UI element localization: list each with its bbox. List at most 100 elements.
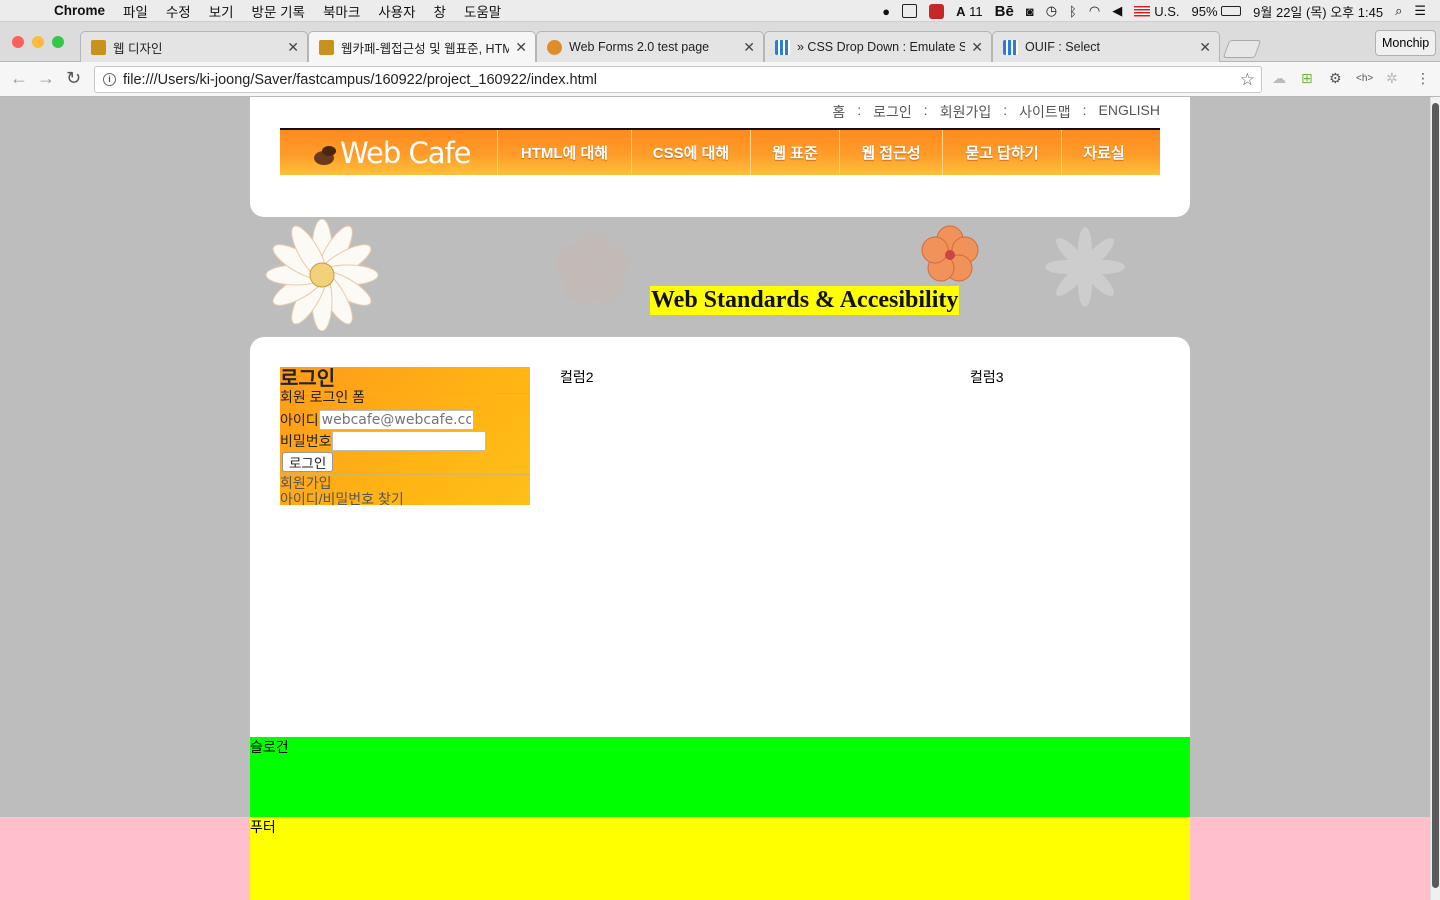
util-link-sitemap[interactable]: 사이트맵 — [1019, 102, 1071, 122]
nav-item-archive[interactable]: 자료실 — [1062, 130, 1146, 175]
tab-title: » CSS Drop Down : Emulate S — [797, 40, 966, 54]
forward-arrow-icon[interactable]: → — [37, 68, 55, 89]
time-machine-icon[interactable]: ◷ — [1046, 0, 1057, 22]
nav-item-web-standards[interactable]: 웹 표준 — [751, 130, 840, 175]
menu-app-name[interactable]: Chrome — [54, 3, 105, 18]
util-link-join[interactable]: 회원가입 — [940, 102, 992, 122]
util-link-login[interactable]: 로그인 — [873, 102, 912, 122]
address-url: file:///Users/ki-joong/Saver/fastcampus/… — [123, 71, 597, 88]
html-extension-icon[interactable]: <h> — [1356, 73, 1373, 84]
close-tab-icon[interactable]: ✕ — [1199, 39, 1211, 56]
close-tab-icon[interactable]: ✕ — [971, 39, 983, 56]
clipboard-icon[interactable] — [902, 4, 918, 18]
menu-people[interactable]: 사용자 — [378, 1, 415, 21]
menu-history[interactable]: 방문 기록 — [252, 1, 305, 21]
nav-item-accessibility[interactable]: 웹 접근성 — [840, 130, 943, 175]
id-row: 아이디 — [280, 409, 530, 430]
util-separator: : — [1003, 102, 1008, 118]
menu-file[interactable]: 파일 — [123, 1, 148, 21]
input-source-label: U.S. — [1154, 3, 1180, 19]
burger-favicon-icon — [547, 39, 562, 55]
page-scrollbar[interactable] — [1430, 97, 1440, 900]
password-input[interactable] — [331, 430, 486, 451]
grid-favicon-icon — [1003, 39, 1018, 55]
find-account-link[interactable]: 아이디/비밀번호 찾기 — [280, 491, 530, 507]
nav-item-html[interactable]: HTML에 대해 — [498, 130, 632, 175]
menu-bookmarks[interactable]: 북마크 — [323, 1, 360, 21]
app-status-icon[interactable] — [929, 3, 945, 19]
menu-window[interactable]: 창 — [434, 1, 446, 21]
back-arrow-icon[interactable]: ← — [10, 68, 28, 89]
coffee-bean-icon — [314, 145, 336, 165]
close-window-button[interactable] — [12, 36, 24, 48]
grid-favicon-icon — [775, 39, 790, 55]
menu-help[interactable]: 도움말 — [464, 1, 501, 21]
chrome-menu-icon[interactable]: ⋮ — [1416, 70, 1430, 87]
close-tab-icon[interactable]: ✕ — [515, 39, 527, 56]
browser-tab-strip: 웹 디자인 ✕ 웹카페-웹접근성 및 웹표준, HTML5 ✕ Web Form… — [0, 22, 1440, 63]
volume-icon[interactable]: ◀ — [1112, 0, 1122, 22]
id-label: 아이디 — [280, 411, 319, 428]
hibiscus-flower-image — [921, 225, 979, 282]
minimize-window-button[interactable] — [32, 36, 44, 48]
visual-title: Web Standards & Accesibility — [650, 286, 960, 315]
tab-webcafe[interactable]: 웹카페-웹접근성 및 웹표준, HTML5 ✕ — [308, 31, 536, 63]
page-viewport: 홈 : 로그인 : 회원가입 : 사이트맵 : ENGLISH Web Cafe… — [0, 97, 1430, 900]
logo-text: Web Cafe — [340, 135, 472, 170]
main-content: 로그인 회원 로그인 폼 아이디 비밀번호 로그인 회원가입 아이디/비밀번호 … — [250, 337, 1190, 737]
join-link[interactable]: 회원가입 — [280, 475, 530, 491]
util-link-english[interactable]: ENGLISH — [1099, 102, 1160, 122]
zoom-window-button[interactable] — [52, 36, 64, 48]
adobe-count[interactable]: A 11 — [956, 0, 983, 22]
new-tab-button[interactable] — [1222, 40, 1262, 58]
password-label: 비밀번호 — [280, 432, 332, 449]
profile-button[interactable]: Monchip — [1375, 30, 1437, 56]
column-3: 컬럼3 — [970, 369, 1004, 385]
id-input[interactable] — [318, 409, 474, 430]
tab-web-design[interactable]: 웹 디자인 ✕ — [80, 31, 308, 62]
tab-title: 웹 디자인 — [113, 41, 163, 56]
camera-icon[interactable]: ◙ — [1026, 0, 1034, 22]
gear-extension-icon[interactable]: ⚙ — [1329, 70, 1342, 87]
input-source[interactable]: U.S. — [1134, 0, 1180, 22]
address-bar[interactable]: i file:///Users/ki-joong/Saver/fastcampu… — [94, 66, 1262, 93]
close-tab-icon[interactable]: ✕ — [287, 39, 299, 56]
tab-web-forms[interactable]: Web Forms 2.0 test page ✕ — [536, 31, 764, 62]
site-logo[interactable]: Web Cafe — [280, 130, 498, 175]
puzzle-extension-icon[interactable]: ✲ — [1386, 70, 1398, 87]
battery-status[interactable]: 95% — [1192, 0, 1242, 22]
info-icon[interactable]: i — [103, 73, 116, 86]
macos-menubar: Chrome 파일 수정 보기 방문 기록 북마크 사용자 창 도움말 ● A … — [0, 0, 1440, 22]
login-links: 회원가입 아이디/비밀번호 찾기 — [280, 474, 530, 507]
clock[interactable]: 9월 22일 (목) 오후 1:45 — [1253, 0, 1383, 22]
tab-css-dropdown[interactable]: » CSS Drop Down : Emulate S ✕ — [764, 31, 992, 62]
reload-icon[interactable]: ↻ — [66, 68, 81, 89]
util-link-home[interactable]: 홈 — [832, 102, 845, 122]
behance-icon[interactable]: Bē — [995, 0, 1014, 22]
adobe-count-text: 11 — [969, 3, 983, 19]
wifi-icon[interactable]: ◠ — [1089, 0, 1100, 22]
bookmark-star-icon[interactable]: ☆ — [1240, 70, 1255, 90]
menu-view[interactable]: 보기 — [209, 1, 234, 21]
util-separator: : — [857, 102, 862, 118]
nav-item-qna[interactable]: 묻고 답하기 — [943, 130, 1062, 175]
login-button[interactable]: 로그인 — [282, 452, 334, 472]
login-legend: 회원 로그인 폼 — [280, 389, 366, 405]
bluetooth-icon[interactable]: ᛒ — [1069, 0, 1077, 22]
close-tab-icon[interactable]: ✕ — [743, 39, 755, 56]
util-separator: : — [923, 102, 928, 118]
spotlight-search-icon[interactable]: ⌕ — [1395, 0, 1402, 22]
login-box: 로그인 회원 로그인 폼 아이디 비밀번호 로그인 회원가입 아이디/비밀번호 … — [280, 367, 530, 507]
password-row: 비밀번호 — [280, 430, 530, 451]
notification-icon[interactable]: ● — [882, 0, 890, 22]
notification-center-icon[interactable]: ☰ — [1414, 0, 1426, 22]
tab-ouif-select[interactable]: OUIF : Select ✕ — [992, 31, 1220, 62]
faded-daisy-image — [1045, 227, 1125, 307]
tab-title: Web Forms 2.0 test page — [569, 40, 710, 54]
cloud-extension-icon[interactable]: ☁ — [1272, 70, 1286, 87]
ladder-extension-icon[interactable]: ⊞ — [1301, 70, 1313, 87]
menu-edit[interactable]: 수정 — [166, 1, 191, 21]
scrollbar-thumb[interactable] — [1432, 103, 1439, 888]
nav-item-css[interactable]: CSS에 대해 — [632, 130, 751, 175]
site-header: 홈 : 로그인 : 회원가입 : 사이트맵 : ENGLISH Web Cafe… — [250, 97, 1190, 217]
